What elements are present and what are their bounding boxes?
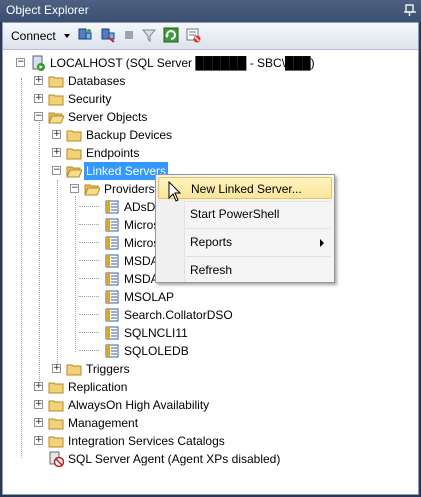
provider-icon bbox=[105, 290, 119, 304]
provider-icon bbox=[105, 254, 119, 268]
node-label: MSOLAP bbox=[124, 290, 175, 304]
menu-item-start-powershell[interactable]: Start PowerShell bbox=[158, 203, 332, 225]
provider-icon bbox=[105, 236, 119, 250]
menu-item-label: Reports bbox=[190, 235, 233, 249]
sql-agent-disabled-icon bbox=[49, 451, 64, 467]
node-label: SQL Server Agent (Agent XPs disabled) bbox=[68, 452, 281, 466]
menu-separator bbox=[186, 228, 330, 229]
expand-icon[interactable]: + bbox=[34, 436, 43, 445]
folder-icon bbox=[66, 364, 82, 376]
expand-icon[interactable]: + bbox=[34, 94, 43, 103]
provider-icon bbox=[105, 326, 119, 340]
expand-icon[interactable]: + bbox=[34, 400, 43, 409]
folder-icon bbox=[48, 76, 64, 88]
node-label: Integration Services Catalogs bbox=[68, 434, 225, 448]
context-menu: New Linked Server... Start PowerShell Re… bbox=[155, 174, 335, 283]
expand-icon[interactable]: + bbox=[52, 364, 61, 373]
folder-icon bbox=[48, 418, 64, 430]
node-label: Replication bbox=[68, 380, 128, 394]
provider-icon bbox=[105, 272, 119, 286]
provider-icon bbox=[105, 218, 119, 232]
menu-separator bbox=[186, 201, 330, 202]
collapse-icon[interactable]: − bbox=[16, 58, 25, 67]
folder-icon bbox=[48, 94, 64, 106]
folder-open-icon bbox=[48, 112, 64, 124]
provider-icon bbox=[105, 308, 119, 322]
menu-item-label: Refresh bbox=[190, 263, 233, 277]
node-label: Search.CollatorDSO bbox=[124, 308, 233, 322]
node-label: Endpoints bbox=[86, 146, 140, 160]
expand-icon[interactable]: + bbox=[34, 382, 43, 391]
node-label: Backup Devices bbox=[86, 128, 173, 142]
expand-icon[interactable]: + bbox=[52, 130, 61, 139]
collapse-icon[interactable]: − bbox=[52, 166, 61, 175]
menu-item-new-linked-server[interactable]: New Linked Server... bbox=[158, 177, 332, 199]
folder-icon bbox=[48, 400, 64, 412]
node-label: Triggers bbox=[86, 362, 130, 376]
node-label: Security bbox=[68, 92, 112, 106]
node-label: SQLNCLI11 bbox=[124, 326, 188, 340]
node-label: SQLOLEDB bbox=[124, 344, 189, 358]
menu-item-label: Start PowerShell bbox=[190, 207, 280, 221]
folder-open-icon bbox=[66, 166, 82, 178]
collapse-icon[interactable]: − bbox=[70, 184, 79, 193]
node-label: Providers bbox=[104, 182, 155, 196]
submenu-arrow-icon bbox=[320, 239, 324, 247]
node-label: Databases bbox=[68, 74, 126, 88]
mouse-cursor-icon bbox=[168, 181, 182, 202]
folder-icon bbox=[66, 148, 82, 160]
node-label: Management bbox=[68, 416, 139, 430]
menu-separator bbox=[186, 256, 330, 257]
expand-icon[interactable]: + bbox=[52, 148, 61, 157]
menu-item-label: New Linked Server... bbox=[191, 182, 302, 196]
folder-icon bbox=[66, 130, 82, 142]
server-icon bbox=[32, 55, 45, 71]
expand-icon[interactable]: + bbox=[34, 418, 43, 427]
node-label: Server Objects bbox=[68, 110, 148, 124]
collapse-icon[interactable]: − bbox=[34, 112, 43, 121]
provider-icon bbox=[105, 344, 119, 358]
folder-icon bbox=[48, 382, 64, 394]
server-label: LOCALHOST (SQL Server ██████ - SBC\███) bbox=[50, 56, 315, 70]
provider-icon bbox=[105, 200, 119, 214]
folder-icon bbox=[48, 436, 64, 448]
menu-item-refresh[interactable]: Refresh bbox=[158, 259, 332, 281]
folder-open-icon bbox=[84, 184, 100, 196]
node-label: AlwaysOn High Availability bbox=[68, 398, 210, 412]
expand-icon[interactable]: + bbox=[34, 76, 43, 85]
menu-item-reports[interactable]: Reports bbox=[158, 231, 332, 253]
